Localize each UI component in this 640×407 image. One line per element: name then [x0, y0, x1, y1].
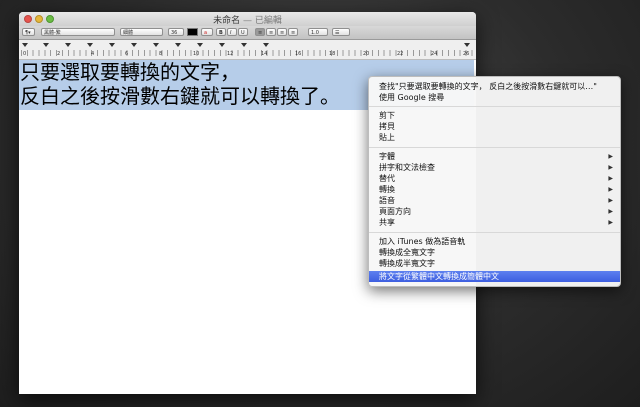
menu-item-substitutions-label: 替代 [379, 174, 395, 183]
menu-item-paste[interactable]: 貼上 [369, 132, 620, 143]
tab-stop-icon[interactable] [219, 43, 225, 47]
ruler-number: 26 [463, 51, 470, 57]
menu-divider [369, 232, 620, 233]
ruler-number: 20 [363, 51, 370, 57]
tab-stop-icon[interactable] [263, 43, 269, 47]
tab-stop-icon[interactable] [241, 43, 247, 47]
ruler-number: 18 [329, 51, 336, 57]
menu-item-spelling[interactable]: 拼字和文法檢查 ▶ [369, 162, 620, 173]
tab-stop-icon[interactable] [153, 43, 159, 47]
tab-stop-icon[interactable] [197, 43, 203, 47]
ruler-ticks [21, 50, 474, 56]
context-menu: 查找"只要選取要轉換的文字， 反白之後按滑數右鍵就可以…" 使用 Google … [368, 76, 621, 287]
submenu-arrow-icon: ▶ [608, 197, 613, 204]
document-line-1[interactable]: 只要選取要轉換的文字， [20, 60, 240, 84]
menu-item-share-label: 共享 [379, 218, 395, 227]
menu-divider [369, 147, 620, 148]
menu-item-layout-orientation[interactable]: 頁面方向 ▶ [369, 206, 620, 217]
align-right-button[interactable]: ≡ [277, 28, 287, 36]
submenu-arrow-icon: ▶ [608, 153, 613, 160]
ruler-number: 12 [227, 51, 234, 57]
font-style-popup[interactable]: 細體 [120, 28, 163, 36]
tab-stop-icon[interactable] [43, 43, 49, 47]
ruler-number: 4 [91, 51, 95, 57]
window-title-status: 已編輯 [254, 16, 282, 26]
window-title-separator: — [243, 16, 252, 26]
menu-item-font[interactable]: 字體 ▶ [369, 151, 620, 162]
ruler-number: 14 [261, 51, 268, 57]
submenu-arrow-icon: ▶ [608, 175, 613, 182]
menu-item-speech[interactable]: 語音 ▶ [369, 195, 620, 206]
menu-item-to-fullwidth[interactable]: 轉換成全寬文字 [369, 247, 620, 258]
menu-item-font-label: 字體 [379, 152, 395, 161]
ruler-number: 0 [23, 51, 27, 57]
font-size-field[interactable]: 36 [168, 28, 184, 36]
menu-item-layout-orientation-label: 頁面方向 [379, 207, 411, 216]
ruler-number: 10 [193, 51, 200, 57]
format-toolbar: ¶▾ 黑體-繁 細體 36 a B I U ≡ ≡ ≡ ≡ 1.0 ☰ [19, 26, 476, 40]
tab-stop-icon[interactable] [175, 43, 181, 47]
menu-item-substitutions[interactable]: 替代 ▶ [369, 173, 620, 184]
submenu-arrow-icon: ▶ [608, 219, 613, 226]
menu-item-share[interactable]: 共享 ▶ [369, 217, 620, 228]
document-line-2[interactable]: 反白之後按滑數右鍵就可以轉換了。 [20, 84, 340, 108]
list-bullets-popup[interactable]: ☰ [332, 28, 350, 36]
tab-stop-icon[interactable] [109, 43, 115, 47]
paragraph-style-popup[interactable]: ¶▾ [22, 28, 35, 36]
menu-item-to-halfwidth[interactable]: 轉換成半寬文字 [369, 258, 620, 269]
menu-item-add-to-itunes[interactable]: 加入 iTunes 做為語音軌 [369, 236, 620, 247]
window-title-name: 未命名 [213, 16, 241, 26]
ruler-number: 22 [397, 51, 404, 57]
menu-item-copy[interactable]: 拷貝 [369, 121, 620, 132]
submenu-arrow-icon: ▶ [608, 164, 613, 171]
font-family-popup[interactable]: 黑體-繁 [41, 28, 115, 36]
ruler-number: 2 [57, 51, 61, 57]
menu-item-speech-label: 語音 [379, 196, 395, 205]
text-color-well[interactable] [187, 28, 198, 36]
menu-item-lookup[interactable]: 查找"只要選取要轉換的文字， 反白之後按滑數右鍵就可以…" [369, 81, 620, 92]
ruler-number: 24 [431, 51, 438, 57]
ruler[interactable]: 0 2 4 6 8 10 12 14 16 18 20 22 24 26 [19, 40, 476, 60]
line-spacing-popup[interactable]: 1.0 [308, 28, 328, 36]
underline-button[interactable]: U [238, 28, 248, 36]
window-title: 未命名 — 已編輯 [19, 13, 476, 26]
menu-item-transformations[interactable]: 轉換 ▶ [369, 184, 620, 195]
title-bar[interactable]: 未命名 — 已編輯 [19, 12, 476, 26]
menu-item-transformations-label: 轉換 [379, 185, 395, 194]
ruler-number: 6 [125, 51, 129, 57]
left-indent-marker-icon[interactable] [22, 43, 28, 47]
menu-item-google-search[interactable]: 使用 Google 搜尋 [369, 92, 620, 103]
submenu-arrow-icon: ▶ [608, 186, 613, 193]
menu-item-cut[interactable]: 剪下 [369, 110, 620, 121]
highlight-color-button[interactable]: a [201, 28, 213, 36]
align-center-button[interactable]: ≡ [266, 28, 276, 36]
right-indent-marker-icon[interactable] [464, 43, 470, 47]
tab-stop-icon[interactable] [131, 43, 137, 47]
ruler-number: 8 [159, 51, 163, 57]
menu-divider [369, 106, 620, 107]
bold-button[interactable]: B [216, 28, 226, 36]
align-justify-button[interactable]: ≡ [288, 28, 298, 36]
ruler-number: 16 [295, 51, 302, 57]
italic-button[interactable]: I [227, 28, 237, 36]
align-left-button[interactable]: ≡ [255, 28, 265, 36]
tab-stop-icon[interactable] [87, 43, 93, 47]
submenu-arrow-icon: ▶ [608, 208, 613, 215]
menu-item-traditional-to-simplified[interactable]: 將文字從繁體中文轉換成簡體中文 [369, 271, 620, 282]
menu-item-spelling-label: 拼字和文法檢查 [379, 163, 435, 172]
tab-stop-icon[interactable] [65, 43, 71, 47]
